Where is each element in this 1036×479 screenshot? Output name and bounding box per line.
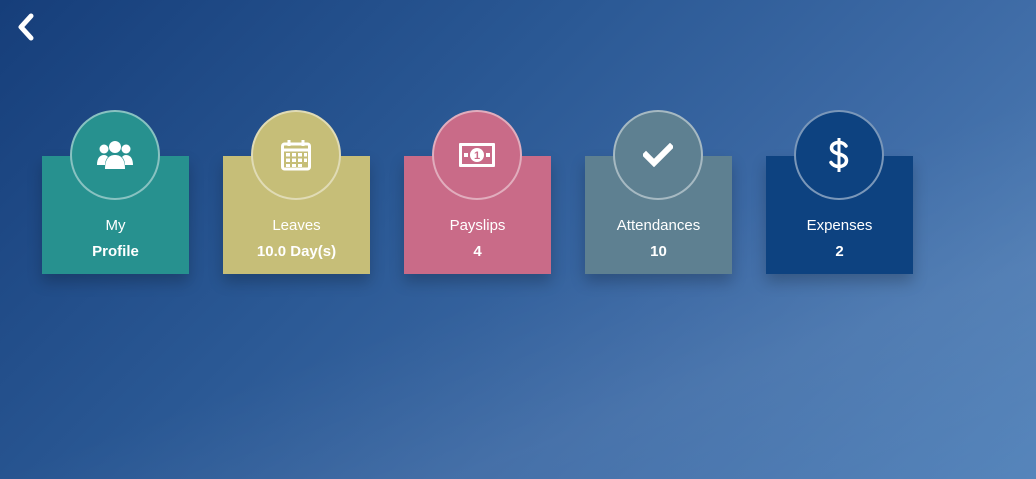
- dollar-icon: [828, 137, 850, 173]
- tile-value: 4: [473, 243, 482, 260]
- tile-leaves[interactable]: Leaves 10.0 Day(s): [223, 110, 370, 274]
- tile-expenses[interactable]: Expenses 2: [766, 110, 913, 274]
- money-bill-icon: 1: [459, 143, 495, 167]
- tile-value: Profile: [92, 243, 139, 260]
- tile-label: Payslips: [449, 217, 506, 234]
- tile-label: My: [105, 217, 126, 234]
- users-icon: [97, 139, 133, 171]
- tile-icon-circle: [70, 110, 160, 200]
- tile-value: 10.0 Day(s): [256, 243, 337, 260]
- calendar-icon: [281, 139, 311, 171]
- chevron-left-icon: [15, 13, 37, 41]
- tile-icon-circle: [794, 110, 884, 200]
- tile-icon-circle: [613, 110, 703, 200]
- tile-icon-circle: [251, 110, 341, 200]
- back-button[interactable]: [12, 12, 40, 42]
- tile-payslips[interactable]: 1 Payslips 4: [404, 110, 551, 274]
- tile-label: Attendances: [616, 217, 701, 234]
- tile-my-profile[interactable]: My Profile: [42, 110, 189, 274]
- tile-icon-circle: 1: [432, 110, 522, 200]
- tile-attendances[interactable]: Attendances 10: [585, 110, 732, 274]
- tile-label: Expenses: [806, 217, 873, 234]
- tile-label: Leaves: [272, 217, 321, 234]
- svg-text:1: 1: [474, 150, 480, 162]
- check-icon: [643, 143, 673, 167]
- tile-value: 10: [650, 243, 667, 260]
- tile-value: 2: [835, 243, 844, 260]
